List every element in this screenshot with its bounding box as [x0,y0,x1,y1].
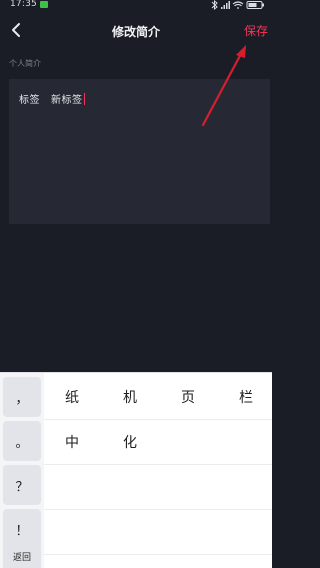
punctuation-column: ， 。 ？ ！ [3,377,41,553]
candidate-item[interactable]: 化 [123,432,137,452]
candidate-item[interactable]: 页 [181,387,195,407]
candidate-item[interactable]: 中 [65,432,79,452]
punct-key-comma[interactable]: ， [3,377,41,417]
candidate-row [44,510,272,555]
bio-value: 新标签 [51,95,83,106]
punct-key-period[interactable]: 。 [3,421,41,461]
status-icons [210,0,266,10]
battery-icon [246,1,264,9]
wifi-icon [232,1,244,9]
signal-icon [221,1,230,9]
bio-text: 标签 新标签 [19,91,85,106]
status-time: 17:35 [10,0,37,9]
page-title: 修改简介 [111,25,160,39]
candidate-panel: 纸 机 页 栏 中 化 [44,373,272,568]
punct-key-question[interactable]: ？ [3,465,41,505]
section-label: 个人简介 [9,59,41,68]
status-bar: 17:35 [0,0,272,12]
bio-tag-label: 标签 [19,95,40,106]
return-key[interactable]: 返回 [3,543,41,568]
keyboard: ， 。 ？ ！ 返回 纸 机 页 栏 中 化 [0,372,272,568]
candidate-row: 中 化 [44,420,272,465]
bluetooth-icon [211,0,218,10]
bio-input[interactable]: 标签 新标签 [9,79,270,224]
app-notification-icon [40,1,48,8]
candidate-item[interactable]: 机 [123,387,137,407]
edit-bio-screen: 17:35 修改简介 保存 个人简介 标签 新标签 ， 。 ？ ！ 返回 纸 机… [0,0,272,568]
candidate-row: 纸 机 页 栏 [44,375,272,420]
candidate-row [44,465,272,510]
text-cursor [83,93,85,105]
save-button[interactable]: 保存 [244,22,268,39]
candidate-item[interactable]: 栏 [239,387,253,407]
nav-bar: 修改简介 保存 [0,14,272,48]
candidate-item[interactable]: 纸 [65,387,79,407]
